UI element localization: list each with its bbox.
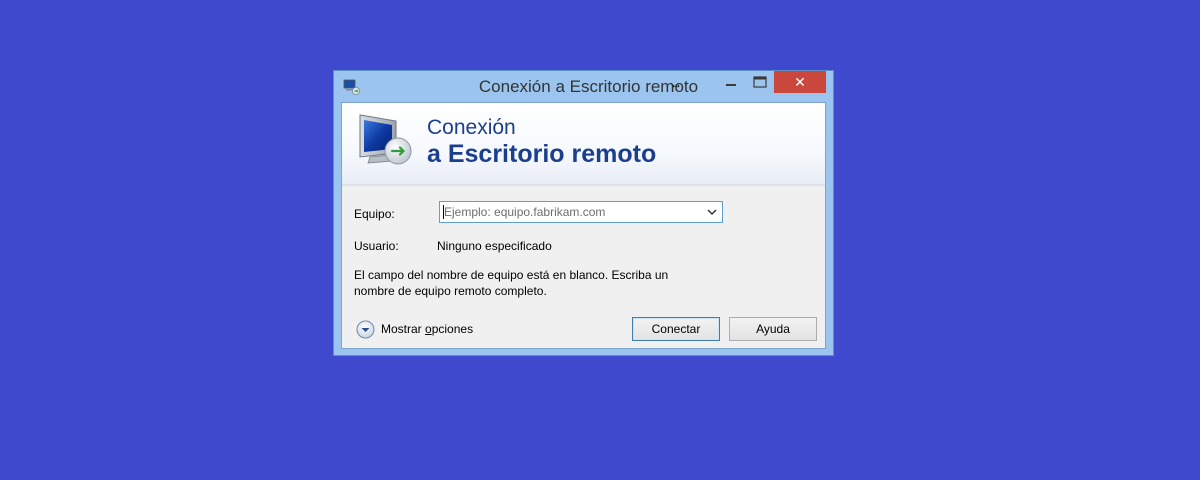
user-label: Usuario: (354, 239, 399, 253)
user-value: Ninguno especificado (437, 239, 552, 253)
validation-message-line1: El campo del nombre de equipo está en bl… (354, 268, 669, 282)
resize-cursor-icon: ↔ (670, 77, 682, 91)
banner-divider (342, 184, 825, 187)
expand-circle-icon (356, 320, 375, 338)
dialog-body: Conexión a Escritorio remoto Equipo: Usu… (341, 102, 826, 349)
banner: Conexión a Escritorio remoto (342, 103, 825, 185)
show-options-label: Mostrar opciones (381, 322, 474, 336)
validation-message-line2: nombre de equipo remoto completo. (354, 284, 547, 298)
maximize-button[interactable] (746, 71, 773, 93)
show-options-toggle[interactable]: Mostrar opciones (356, 319, 473, 339)
remote-desktop-monitor-icon (359, 114, 412, 165)
title-bar[interactable]: Conexión a Escritorio remoto ↔ ✕ (334, 71, 833, 102)
chevron-down-icon[interactable] (706, 206, 718, 218)
validation-message: El campo del nombre de equipo está en bl… (354, 267, 694, 299)
remote-desktop-window: Conexión a Escritorio remoto ↔ ✕ Conexió… (333, 70, 834, 356)
computer-input[interactable] (440, 202, 706, 222)
banner-title-line1: Conexión (427, 116, 516, 139)
minimize-button[interactable] (717, 71, 744, 93)
help-button[interactable]: Ayuda (729, 317, 817, 341)
close-button[interactable]: ✕ (774, 71, 826, 93)
connect-button[interactable]: Conectar (632, 317, 720, 341)
banner-title-line2: a Escritorio remoto (427, 140, 657, 168)
computer-combobox[interactable] (439, 201, 723, 223)
text-caret (443, 205, 444, 219)
minimize-icon (725, 84, 736, 86)
computer-label: Equipo: (354, 207, 395, 221)
maximize-icon (752, 76, 767, 88)
close-icon: ✕ (794, 73, 806, 90)
